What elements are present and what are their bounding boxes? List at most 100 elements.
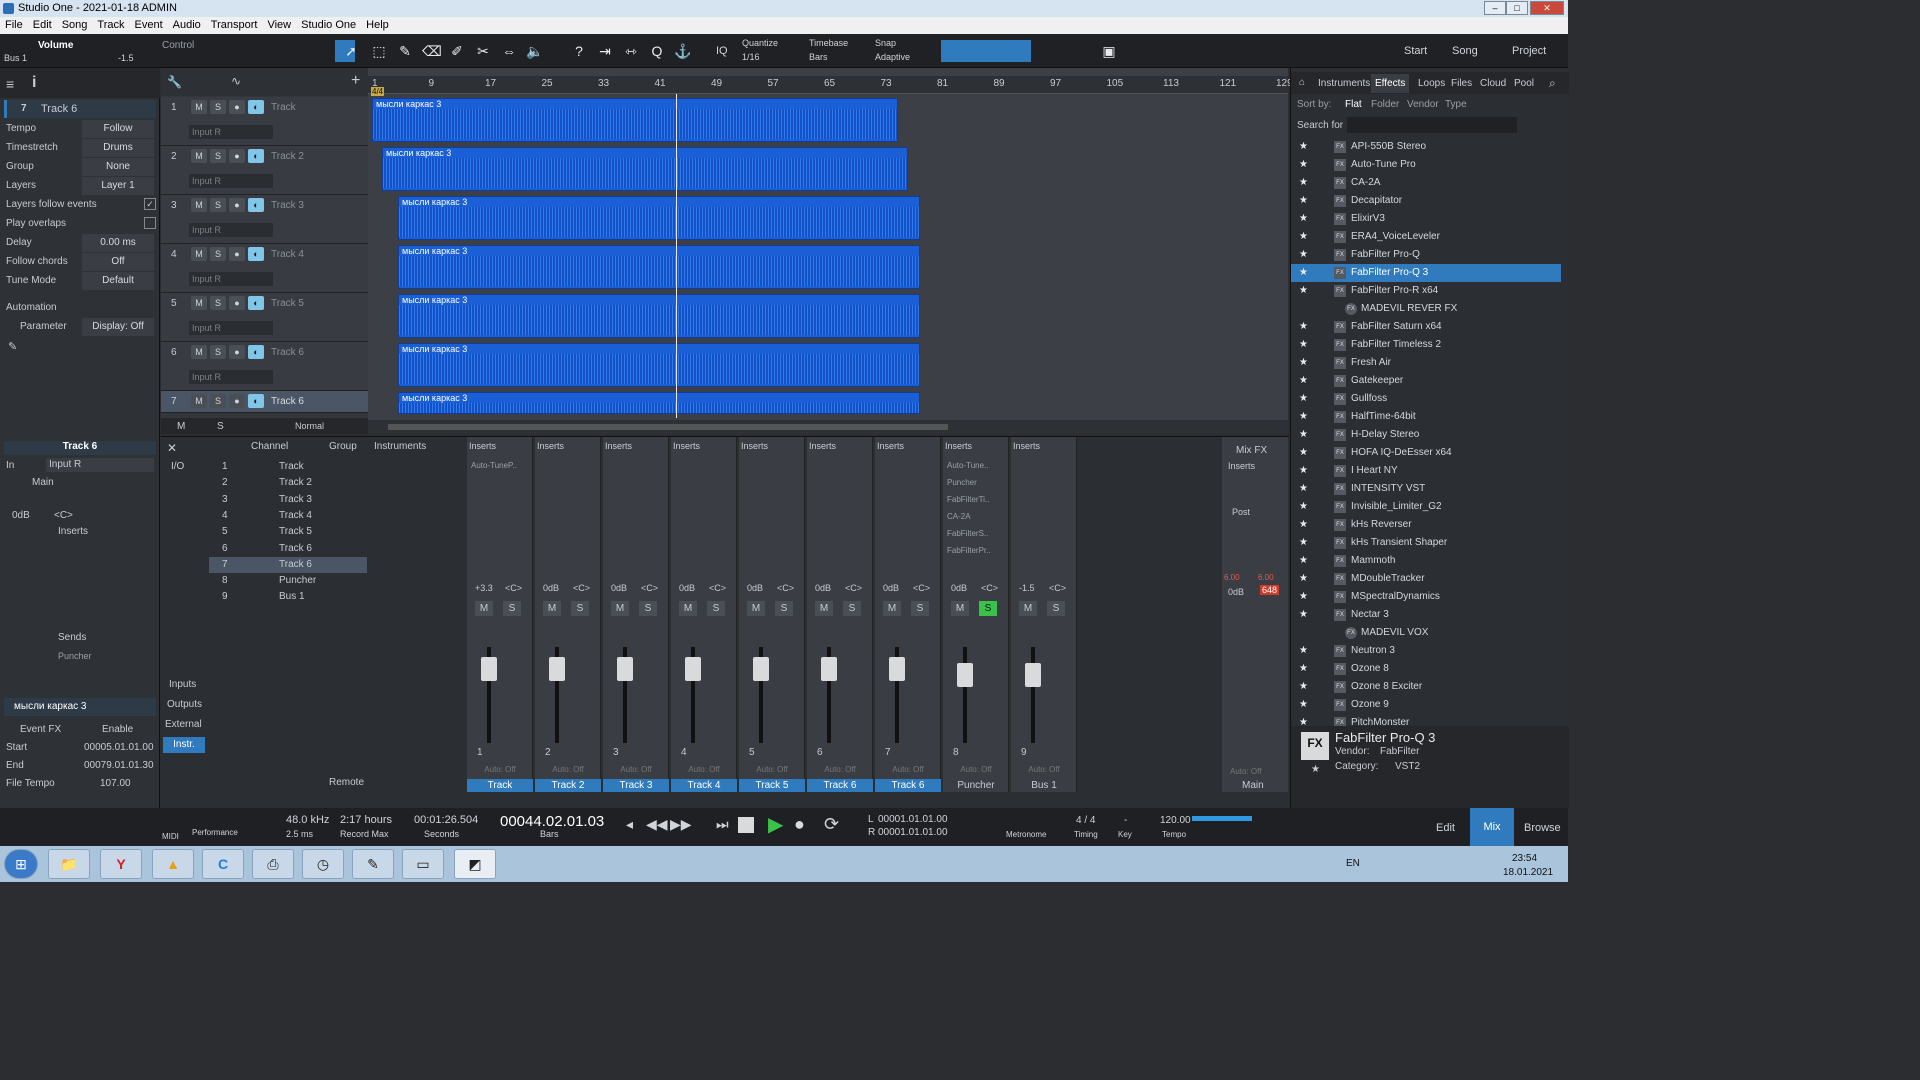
plugin-list-item[interactable]: ★ FX MDoubleTracker <box>1291 570 1561 588</box>
inserts-label[interactable]: Inserts <box>673 441 700 451</box>
file-tempo-value[interactable]: 107.00 <box>100 778 131 789</box>
event-fx-enable[interactable]: Enable <box>102 724 133 735</box>
favorite-star-icon[interactable]: ★ <box>1299 318 1308 336</box>
menu-event[interactable]: Event <box>130 19 168 31</box>
arrange-view[interactable]: 1 9 17 25 33 41 49 57 65 73 81 89 97 105 113 121 129 4/4… <box>368 68 1293 434</box>
autoscroll-icon[interactable]: ⇿ <box>622 42 640 60</box>
seconds-display[interactable]: 00:01:26.504 <box>414 814 478 826</box>
printer-icon[interactable]: ⎙ <box>252 849 294 879</box>
split-tool-icon[interactable]: ✎ <box>396 42 414 60</box>
global-solo-button[interactable]: S <box>217 421 224 432</box>
plugin-list-item[interactable]: ★ FX Fresh Air <box>1291 354 1561 372</box>
maximize-button[interactable]: □ <box>1506 1 1528 15</box>
mute-button[interactable]: M <box>191 100 207 114</box>
loop-icon[interactable]: ⟳ <box>824 814 839 835</box>
fader-handle[interactable] <box>1025 663 1041 687</box>
global-mute-button[interactable]: M <box>177 421 185 432</box>
fader-handle[interactable] <box>821 657 837 681</box>
info-icon[interactable]: i <box>32 74 36 92</box>
favorite-star-icon[interactable]: ★ <box>1299 390 1308 408</box>
favorite-star-icon[interactable]: ★ <box>1299 678 1308 696</box>
paint-tool-icon[interactable]: ✐ <box>448 42 466 60</box>
track-input-select[interactable]: Input R <box>189 125 273 139</box>
track-row[interactable]: 1 M S ● ◐ Track Input R <box>161 97 368 146</box>
inserts-label[interactable]: Inserts <box>809 441 836 451</box>
inserts-label[interactable]: Inserts <box>537 441 564 451</box>
favorite-star-icon[interactable]: ★ <box>1299 570 1308 588</box>
bars-display[interactable]: 00044.02.01.03 <box>500 813 604 830</box>
mute-button[interactable]: M <box>1019 601 1037 616</box>
menu-song[interactable]: Song <box>57 19 93 31</box>
search-icon[interactable]: ⌕ <box>1549 76 1556 91</box>
audio-event[interactable]: мысли каркас 3 <box>382 147 908 191</box>
edit-icon[interactable]: ✎ <box>8 340 17 353</box>
sort-folder[interactable]: Folder <box>1371 99 1399 110</box>
song-button[interactable]: Song <box>1452 45 1478 57</box>
yandex-browser-icon[interactable]: Y <box>100 849 142 879</box>
track-row-selected[interactable]: 7 M S ● ◐ Track 6 <box>161 391 368 413</box>
fader-handle[interactable] <box>481 657 497 681</box>
fader-handle[interactable] <box>957 663 973 687</box>
loop-follow-icon[interactable]: ⇥ <box>596 42 614 60</box>
record-button[interactable]: ● <box>229 149 245 163</box>
layers-follow-row[interactable]: Layers follow events ✓ <box>4 196 156 214</box>
channel-list-item[interactable]: 7 Track 6 <box>209 556 367 573</box>
track-name[interactable]: Track 3 <box>271 200 304 211</box>
plugin-list-item[interactable]: ★ FX MSpectralDynamics <box>1291 588 1561 606</box>
inserts-label[interactable]: Inserts <box>605 441 632 451</box>
channel-list-item[interactable]: 2 Track 2 <box>209 475 367 491</box>
plugin-list-item[interactable]: ★ FX Gullfoss <box>1291 390 1561 408</box>
menu-studio-one[interactable]: Studio One <box>296 19 361 31</box>
track-input-select[interactable]: Input R <box>189 174 273 188</box>
mute-button[interactable]: M <box>191 149 207 163</box>
start-orb-icon[interactable]: ⊞ <box>4 849 38 879</box>
inserts-label[interactable]: Inserts <box>1013 441 1040 451</box>
mute-button[interactable]: M <box>611 601 629 616</box>
bend-tool-icon[interactable]: ⇔ <box>500 42 518 60</box>
track-height-select[interactable]: Normal <box>295 421 324 431</box>
track-name[interactable]: Track 6 <box>271 396 304 407</box>
channel-list-item[interactable]: 8 Puncher <box>209 573 367 589</box>
menu-track[interactable]: Track <box>92 19 129 31</box>
fader-handle[interactable] <box>685 657 701 681</box>
audio-event[interactable]: мысли каркас 3 <box>398 392 920 414</box>
pan-value[interactable]: <C> <box>845 583 862 593</box>
automation-mode[interactable]: Auto: Off <box>677 765 731 774</box>
notes-app-icon[interactable]: ▭ <box>402 849 444 879</box>
favorite-star-icon[interactable]: ★ <box>1299 372 1308 390</box>
favorite-star-icon[interactable]: ★ <box>1299 426 1308 444</box>
favorite-star-icon[interactable]: ★ <box>1299 588 1308 606</box>
browser-search-input[interactable] <box>1347 117 1517 133</box>
record-button[interactable]: ● <box>229 345 245 359</box>
plugin-list-item[interactable]: ★ FX FabFilter Timeless 2 <box>1291 336 1561 354</box>
view-toggle-icon[interactable]: ▣ <box>1100 42 1118 60</box>
group-row[interactable]: Group None <box>4 158 156 176</box>
solo-button[interactable]: S <box>210 247 226 261</box>
mute-button[interactable]: M <box>951 601 969 616</box>
track-input-select[interactable]: Input R <box>189 321 273 335</box>
plugin-list-item[interactable]: ★ FX kHs Reverser <box>1291 516 1561 534</box>
fader-handle[interactable] <box>889 657 905 681</box>
nav-instruments[interactable]: Instr. <box>163 737 205 753</box>
tab-instruments[interactable]: Instruments <box>1318 78 1370 89</box>
quantize-select[interactable]: 1/16 <box>742 52 760 62</box>
mute-button[interactable]: M <box>191 345 207 359</box>
favorite-star-icon[interactable]: ★ <box>1299 210 1308 228</box>
plugin-list-item[interactable]: ★ FX ElixirV3 <box>1291 210 1561 228</box>
automation-mode[interactable]: Auto: Off <box>881 765 935 774</box>
favorite-star-icon[interactable]: ★ <box>1299 354 1308 372</box>
favorite-star-icon[interactable]: ★ <box>1299 480 1308 498</box>
main-mixfx-label[interactable]: Mix FX <box>1236 445 1267 456</box>
scroll-thumb[interactable] <box>388 424 948 430</box>
plugin-list-item[interactable]: ★ FX Gatekeeper <box>1291 372 1561 390</box>
monitor-button[interactable]: ◐ <box>248 296 264 310</box>
tempo-select[interactable]: Follow <box>82 120 154 138</box>
channel-list-item[interactable]: 6 Track 6 <box>209 541 367 557</box>
sort-flat[interactable]: Flat <box>1345 99 1362 110</box>
insert-slot[interactable]: FabFilterS.. <box>947 529 988 538</box>
sort-vendor[interactable]: Vendor <box>1407 99 1439 110</box>
remote-button[interactable]: Remote <box>329 777 364 788</box>
inspector-sends-label[interactable]: Sends <box>58 632 86 643</box>
mute-button[interactable]: M <box>815 601 833 616</box>
layers-select[interactable]: Layer 1 <box>82 177 154 195</box>
